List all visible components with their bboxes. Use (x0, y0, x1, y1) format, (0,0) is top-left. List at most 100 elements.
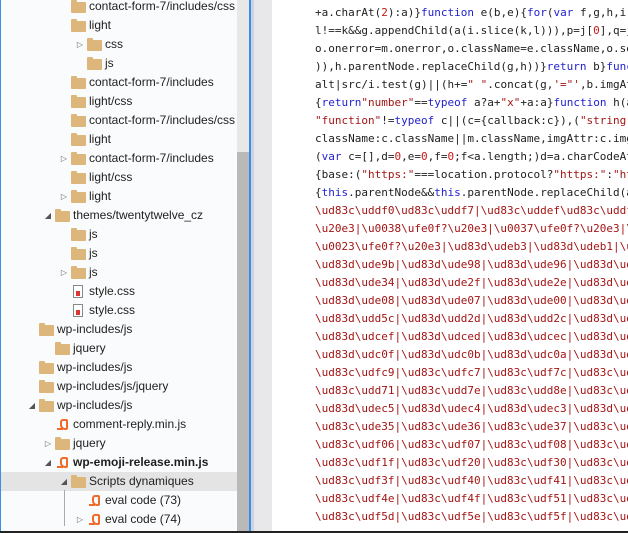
code-line: \ud83d\ude08|\ud83d\ude07|\ud83d\ude00|\… (315, 292, 628, 310)
collapsed-arrow-icon[interactable]: ▷ (59, 187, 69, 206)
css-file-icon (73, 304, 83, 317)
css-file-icon (73, 285, 83, 298)
tree-item[interactable]: js (1, 54, 237, 73)
source-tree-panel: ▷ eval code (74) eval code (73) ◢ Scripts dy… (0, 0, 237, 531)
code-text: != (381, 114, 395, 127)
tree-item-label: eval code (73) (105, 493, 182, 507)
tree-item-label: light/css (89, 94, 133, 108)
expanded-arrow-icon[interactable]: ◢ (43, 206, 53, 225)
tree-item[interactable]: ◢ wp-includes/js (1, 396, 237, 415)
code-line: \ud83c\ude35|\ud83c\ude36|\ud83c\ude37|\… (315, 418, 628, 436)
code-line: )),h.parentNode.replaceChild(g,h))}retur… (315, 58, 628, 76)
code-text: a?a+ (467, 96, 501, 109)
expanded-arrow-icon[interactable]: ◢ (43, 453, 53, 472)
code-string: '="' (553, 78, 580, 91)
tree-item[interactable]: js (1, 225, 237, 244)
tree-item[interactable]: ▷ css (1, 35, 237, 54)
tree-item[interactable]: wp-includes/js (1, 320, 237, 339)
tree-scrollbar-thumb[interactable] (237, 152, 249, 531)
code-text: { (315, 96, 322, 109)
tree-item[interactable]: wp-includes/js/jquery (1, 377, 237, 396)
code-line: {this.parentNode&&this.parentNode.replac… (315, 184, 628, 202)
code-text: ;f<a.length;)d=a.charCodeAt (454, 150, 628, 163)
code-line: \u0023\ufe0f?\u20e3|\ud83d\udeb3|\ud83d\… (315, 238, 628, 256)
code-line: \ud83c\udd71|\ud83c\udd7e|\ud83c\udd8e|\… (315, 382, 628, 400)
tree-item[interactable]: ▷ js (1, 263, 237, 282)
tree-item[interactable]: wp-includes/js (1, 358, 237, 377)
tree-item[interactable]: light/css (1, 168, 237, 187)
code-keyword: function (553, 96, 607, 109)
code-string: "x" (500, 96, 521, 109)
tree-item[interactable]: style.css (1, 282, 237, 301)
tree-item[interactable]: ▷ eval code (74) (1, 510, 237, 529)
code-text: o.onerror=m.onerror,o.className=e.classN… (315, 42, 628, 55)
tree-item[interactable]: light (1, 16, 237, 35)
collapsed-arrow-icon[interactable]: ▷ (75, 510, 85, 529)
tree-item[interactable]: eval code (73) (1, 491, 237, 510)
code-editor[interactable]: +a.charAt(2):a)}function e(b,e){for(var … (272, 0, 628, 531)
code-keyword: this (434, 186, 461, 199)
tree-item[interactable]: ▷ contact-form-7/includes (1, 149, 237, 168)
code-string: \ud83c\udd71|\ud83c\udd7e|\ud83c\udd8e|\… (315, 384, 628, 397)
code-text: ,f= (427, 150, 448, 163)
code-string: \ud83c\udf1f|\ud83c\udf20|\ud83c\udf30|\… (315, 456, 628, 469)
folder-icon (71, 475, 86, 488)
expanded-arrow-icon[interactable]: ◢ (59, 472, 69, 491)
code-text: ( (315, 150, 322, 163)
code-line: \ud83d\udd5c|\ud83d\udd2d|\ud83d\udd2c|\… (315, 310, 628, 328)
tree-item[interactable]: ◢ themes/twentytwelve_cz (1, 206, 237, 225)
code-text: e(b,e){ (473, 6, 527, 19)
tree-item[interactable]: style.css (1, 301, 237, 320)
code-text: .parentNode.replaceChild(a (460, 186, 628, 199)
script-file-icon (57, 457, 68, 468)
tree-item-label: jquery (73, 436, 106, 450)
code-text: f,g,h,i, (573, 6, 628, 19)
tree-item[interactable]: jquery (1, 339, 237, 358)
tree-item[interactable]: contact-form-7/includes/css (1, 111, 237, 130)
code-keyword: var (553, 6, 574, 19)
tree-item-label: contact-form-7/includes/css (89, 0, 236, 13)
tree-item[interactable]: ◢ wp-emoji-release.min.js (1, 453, 237, 472)
code-text: ,b.imgAt (579, 78, 628, 91)
code-text: b} (586, 60, 607, 73)
expanded-arrow-icon[interactable]: ◢ (27, 396, 37, 415)
code-string: \ud83d\udd5c|\ud83d\udd2d|\ud83d\udd2c|\… (315, 312, 628, 325)
code-line: +a.charAt(2):a)}function e(b,e){for(var … (315, 4, 628, 22)
code-keyword: return (321, 96, 362, 109)
code-text: alt|src/i.test(g)||(h+= (315, 78, 468, 91)
folder-icon (39, 399, 54, 412)
code-string: "https:" (553, 168, 607, 181)
code-string: \ud83c\ude35|\ud83c\ude36|\ud83c\ude37|\… (315, 420, 628, 433)
code-string: \ud83c\udf5d|\ud83c\udf5e|\ud83c\udf5f|\… (315, 510, 628, 523)
tree-item-label: light (89, 189, 112, 203)
tree-scrollbar[interactable] (237, 0, 249, 531)
code-text: ],q=j (599, 24, 628, 37)
code-string: \ud83c\udf06|\ud83c\udf07|\ud83c\udf08|\… (315, 438, 628, 451)
collapsed-arrow-icon[interactable]: ▷ (43, 434, 53, 453)
tree-item[interactable]: contact-form-7/includes (1, 73, 237, 92)
tree-item[interactable]: comment-reply.min.js (1, 415, 237, 434)
tree-item[interactable]: light (1, 130, 237, 149)
code-text: .concat(g, (487, 78, 554, 91)
collapsed-arrow-icon[interactable]: ▷ (75, 35, 85, 54)
code-line: l!==k&&g.appendChild(a(i.slice(k,l))),p=… (315, 22, 628, 40)
tree-item[interactable]: ◢ Scripts dynamiques (1, 472, 237, 491)
folder-icon (71, 152, 86, 165)
collapsed-arrow-icon[interactable]: ▷ (59, 149, 69, 168)
tree-item-label: light (89, 18, 112, 32)
tree-item-label: wp-includes/js (57, 398, 133, 412)
tree-item[interactable]: light/css (1, 92, 237, 111)
code-number: 0 (420, 150, 428, 163)
tree-item[interactable]: js (1, 244, 237, 263)
code-string: \ud83d\udec5|\ud83d\udec4|\ud83d\udec3|\… (315, 402, 628, 415)
code-string: \ud83c\udfc9|\ud83c\udfc7|\ud83c\udf7c|\… (315, 366, 628, 379)
code-line: \ud83d\ude9b|\ud83d\ude98|\ud83d\ude96|\… (315, 256, 628, 274)
code-string: "ht (613, 168, 628, 181)
code-string: \ud83c\udf3f|\ud83c\udf40|\ud83c\udf41|\… (315, 474, 628, 487)
tree-item[interactable]: ▷ light (1, 187, 237, 206)
collapsed-arrow-icon[interactable]: ▷ (59, 263, 69, 282)
folder-icon (87, 57, 102, 70)
tree-item[interactable]: contact-form-7/includes/css (1, 0, 237, 16)
tree-item[interactable]: ▷ jquery (1, 434, 237, 453)
folder-icon (71, 133, 86, 146)
